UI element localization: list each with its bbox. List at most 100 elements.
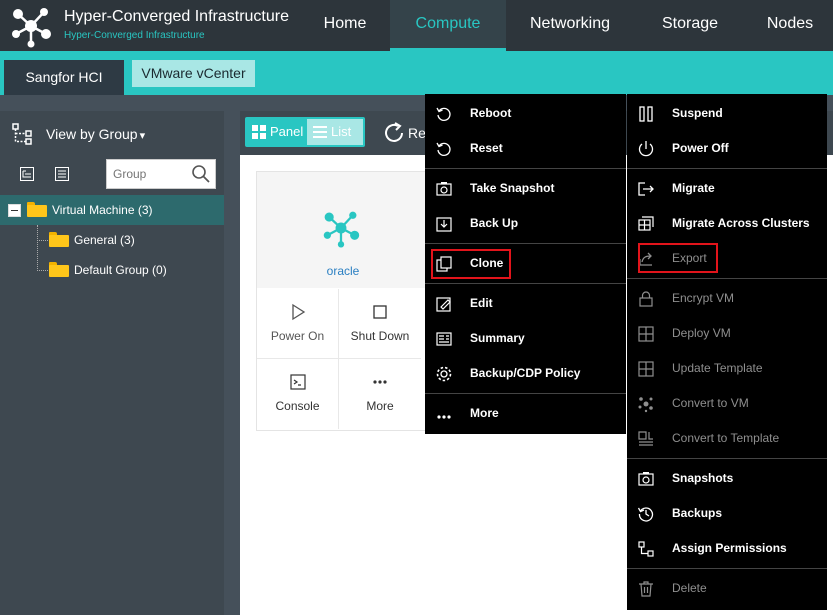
- tab-vmware-vcenter[interactable]: VMware vCenter: [132, 60, 255, 87]
- nav-home[interactable]: Home: [310, 0, 380, 51]
- menu-item-assign-permissions[interactable]: Assign Permissions: [627, 531, 827, 566]
- shut-down-button[interactable]: Shut Down: [339, 289, 421, 359]
- nav-compute[interactable]: Compute: [390, 0, 506, 51]
- menu-item-label: Suspend: [672, 106, 723, 120]
- folder-icon: [49, 232, 69, 247]
- menu-item-label: Migrate: [672, 181, 715, 195]
- reboot-icon: [436, 107, 451, 121]
- power-on-label: Power On: [270, 329, 325, 343]
- menu-item-summary[interactable]: Summary: [425, 321, 626, 356]
- menu-item-edit[interactable]: Edit: [425, 286, 626, 321]
- folder-icon: [49, 262, 69, 277]
- menu-divider: [627, 568, 827, 569]
- nav-networking[interactable]: Networking: [520, 0, 620, 51]
- menu-item-delete[interactable]: Delete: [627, 571, 827, 606]
- vm-name[interactable]: oracle: [257, 264, 429, 278]
- more-button[interactable]: More: [339, 359, 421, 429]
- backup-icon: [436, 217, 452, 232]
- menu-item-label: Snapshots: [672, 471, 734, 485]
- expand-all-icon[interactable]: [20, 167, 34, 181]
- console-button[interactable]: Console: [257, 359, 339, 429]
- list-icon: [313, 126, 327, 138]
- camera-icon: [436, 182, 452, 196]
- more-label: More: [366, 399, 394, 413]
- view-toggle: Panel List: [245, 117, 365, 147]
- tree-node-default-group[interactable]: Default Group (0): [0, 255, 224, 285]
- menu-divider: [425, 168, 626, 169]
- menu-item-power-off[interactable]: Power Off: [627, 131, 827, 166]
- tab-bar: Sangfor HCI VMware vCenter: [0, 51, 833, 95]
- top-bar: Hyper-Converged Infrastructure Hyper-Con…: [0, 0, 833, 51]
- menu-item-label: Convert to VM: [672, 396, 749, 410]
- group-sidebar: View by Group▾ Virtual Machine (3) Gener…: [0, 111, 224, 615]
- tree-node-general[interactable]: General (3): [0, 225, 224, 255]
- menu-item-more[interactable]: More: [425, 396, 626, 431]
- menu-divider: [425, 283, 626, 284]
- tree-node-virtual-machine[interactable]: Virtual Machine (3): [0, 195, 224, 225]
- menu-item-convert-to-template[interactable]: Convert to Template: [627, 421, 827, 456]
- list-view-button[interactable]: List: [307, 119, 363, 145]
- search-icon[interactable]: [191, 164, 211, 184]
- panel-label: Panel: [270, 124, 304, 139]
- menu-item-backups[interactable]: Backups: [627, 496, 827, 531]
- menu-item-take-snapshot[interactable]: Take Snapshot: [425, 171, 626, 206]
- menu-item-label: Backups: [672, 506, 723, 520]
- grid-icon: [638, 361, 654, 377]
- menu-item-update-template[interactable]: Update Template: [627, 351, 827, 386]
- collapse-all-icon[interactable]: [55, 167, 69, 181]
- vm-node-icon: [323, 211, 360, 248]
- app-logo-icon: [12, 8, 51, 48]
- menu-item-migrate[interactable]: Migrate: [627, 171, 827, 206]
- history-icon: [637, 507, 654, 522]
- tree-node-label: General (3): [74, 233, 135, 247]
- tab-sangfor-hci[interactable]: Sangfor HCI: [4, 60, 124, 95]
- shut-down-label: Shut Down: [350, 329, 410, 343]
- menu-divider: [627, 278, 827, 279]
- menu-item-deploy-vm[interactable]: Deploy VM: [627, 316, 827, 351]
- menu-item-migrate-across-clusters[interactable]: Migrate Across Clusters: [627, 206, 827, 241]
- view-by-group-dropdown[interactable]: View by Group ▾: [46, 126, 145, 142]
- menu-item-label: Convert to Template: [672, 431, 780, 445]
- summary-icon: [436, 332, 452, 346]
- panel-grid-icon: [252, 125, 266, 139]
- console-label: Console: [275, 399, 320, 413]
- more-icon: [373, 380, 387, 384]
- power-on-button[interactable]: Power On: [257, 289, 339, 359]
- group-search-input[interactable]: [107, 160, 187, 188]
- menu-item-reset[interactable]: Reset: [425, 131, 626, 166]
- vm-card[interactable]: oracle Power On Shut Down Console More: [256, 171, 430, 431]
- menu-divider: [627, 458, 827, 459]
- play-icon: [291, 303, 305, 321]
- migrate-icon: [638, 182, 654, 196]
- menu-item-snapshots[interactable]: Snapshots: [627, 461, 827, 496]
- more-submenu: Suspend Power Off Migrate Migrate Across…: [627, 94, 827, 610]
- menu-item-encrypt-vm[interactable]: Encrypt VM: [627, 281, 827, 316]
- edit-icon: [436, 297, 451, 312]
- tree-view-icon: [12, 123, 32, 145]
- nav-storage[interactable]: Storage: [650, 0, 730, 51]
- menu-item-convert-to-vm[interactable]: Convert to VM: [627, 386, 827, 421]
- collapse-toggle-icon[interactable]: [8, 204, 21, 217]
- chevron-down-icon: ▾: [139, 130, 146, 142]
- template-icon: [638, 431, 653, 446]
- refresh-icon[interactable]: [382, 121, 406, 145]
- menu-item-label: Power Off: [672, 141, 729, 155]
- menu-item-label: Update Template: [672, 361, 763, 375]
- menu-item-backup-cdp-policy[interactable]: Backup/CDP Policy: [425, 356, 626, 391]
- menu-divider: [627, 168, 827, 169]
- camera-icon: [638, 472, 654, 486]
- menu-item-reboot[interactable]: Reboot: [425, 96, 626, 131]
- tree-node-label: Virtual Machine (3): [52, 203, 153, 217]
- refresh-label[interactable]: Re: [408, 125, 426, 141]
- menu-item-label: Take Snapshot: [470, 181, 555, 195]
- migrate-clusters-icon: [638, 216, 654, 231]
- menu-item-suspend[interactable]: Suspend: [627, 96, 827, 131]
- nav-nodes[interactable]: Nodes: [755, 0, 825, 51]
- menu-item-label: Back Up: [470, 216, 519, 230]
- app-subtitle: Hyper-Converged Infrastructure: [64, 30, 205, 41]
- menu-item-label: Summary: [470, 331, 525, 345]
- stop-icon: [373, 305, 387, 319]
- menu-item-back-up[interactable]: Back Up: [425, 206, 626, 241]
- panel-view-button[interactable]: Panel: [245, 117, 305, 147]
- menu-item-label: Reset: [470, 141, 503, 155]
